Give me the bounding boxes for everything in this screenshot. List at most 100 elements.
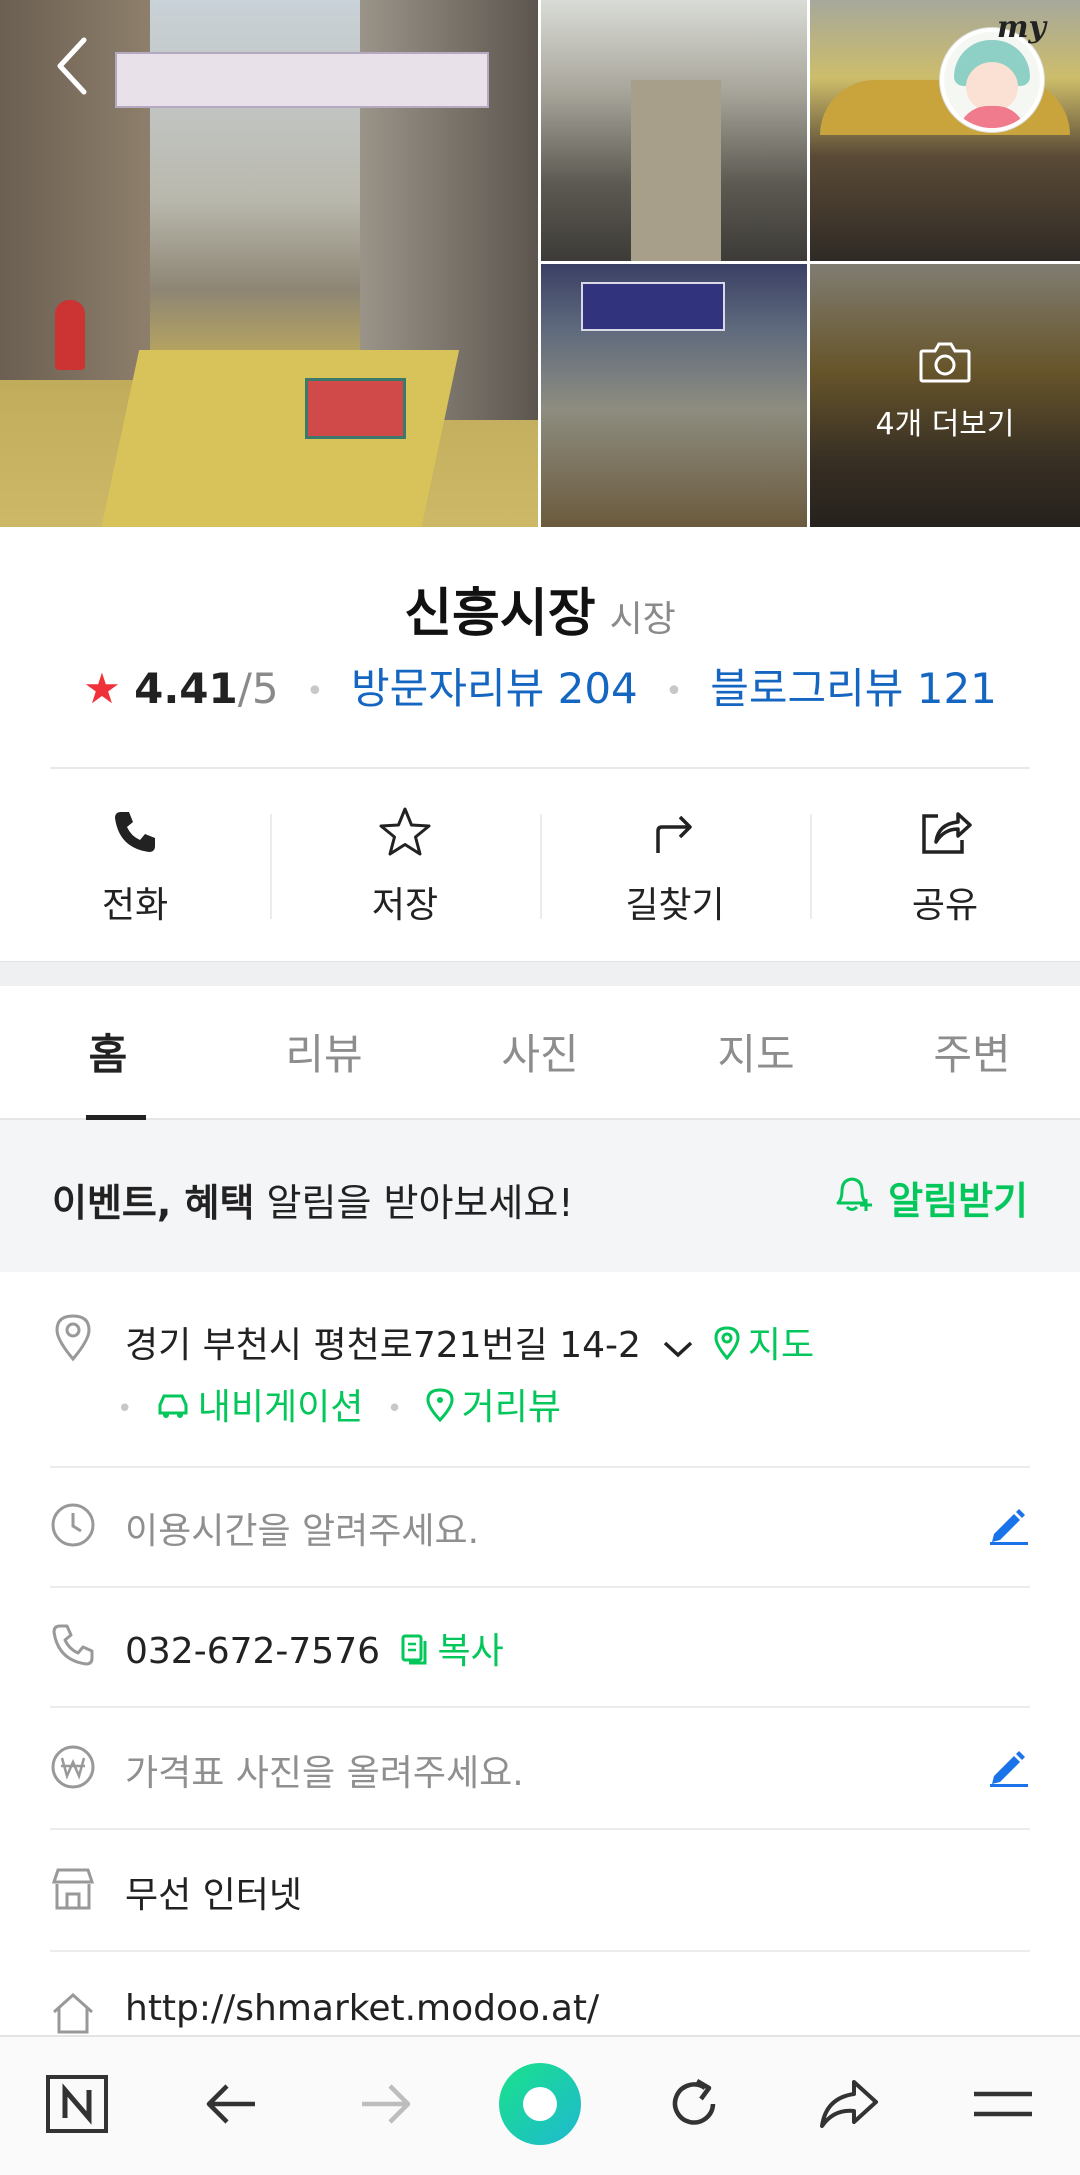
photo-thumb-1[interactable]	[541, 0, 807, 261]
clock-icon	[50, 1502, 96, 1548]
save-label: 저장	[371, 885, 439, 926]
hours-row: 이용시간을 알려주세요.	[50, 1466, 1030, 1588]
directions-label: 길찾기	[625, 885, 725, 926]
chevron-down-icon[interactable]	[662, 1327, 694, 1368]
map-pin-icon	[714, 1325, 740, 1369]
website-link[interactable]: http://shmarket.modoo.at/	[125, 1988, 599, 2029]
map-link[interactable]: 지도	[714, 1325, 814, 1366]
address-row: 경기 부천시 평천로721번길 14-2 지도 • 내비게이션 • 거리뷰	[50, 1272, 1030, 1468]
navigation-link-label: 내비게이션	[197, 1387, 364, 1428]
camera-icon	[917, 339, 973, 389]
phone-row: 032-672-7576 복사	[50, 1586, 1030, 1708]
share-label: 공유	[911, 885, 979, 926]
refresh-icon	[665, 2075, 723, 2137]
share-icon	[918, 802, 972, 862]
streetview-link-label: 거리뷰	[461, 1387, 562, 1428]
my-profile-button[interactable]: my	[934, 10, 1046, 132]
page-share-button[interactable]	[771, 2037, 925, 2175]
back-button[interactable]	[44, 37, 100, 96]
green-dot-home-icon	[497, 2061, 583, 2151]
share-button[interactable]: 공유	[810, 769, 1080, 961]
my-label: my	[996, 10, 1046, 45]
call-button[interactable]: 전화	[0, 769, 270, 961]
store-icon	[50, 1866, 96, 1912]
separator-dot: •	[305, 674, 324, 709]
tab-photo[interactable]: 사진	[432, 985, 648, 1118]
streetview-link[interactable]: 거리뷰	[426, 1387, 561, 1428]
place-name: 신흥시장	[404, 584, 596, 644]
copy-icon	[399, 1632, 429, 1675]
tab-review[interactable]: 리뷰	[216, 985, 432, 1118]
streetview-pin-icon	[426, 1387, 454, 1431]
car-icon	[156, 1389, 190, 1430]
tab-nearby[interactable]: 주변	[864, 985, 1080, 1118]
won-icon	[50, 1744, 96, 1790]
photo-thumb-3[interactable]	[541, 264, 807, 527]
separator-dot: •	[665, 674, 683, 709]
browser-forward-button[interactable]	[309, 2037, 463, 2175]
address-text: 경기 부천시 평천로721번길 14-2	[125, 1325, 641, 1366]
phone-icon	[111, 802, 159, 862]
place-header: 신흥시장 시장 ★ 4.41/5 • 방문자리뷰 204 • 블로그리뷰 121	[0, 527, 1080, 767]
browser-toolbar	[0, 2035, 1080, 2175]
phone-outline-icon	[50, 1622, 96, 1668]
visitor-review-link[interactable]: 방문자리뷰 204	[351, 664, 638, 713]
separator-dot: •	[386, 1394, 403, 1424]
separator-dot: •	[117, 1394, 133, 1424]
event-message-bold: 이벤트, 혜택	[52, 1181, 255, 1225]
refresh-button[interactable]	[617, 2037, 771, 2175]
address-links: • 내비게이션 • 거리뷰	[117, 1378, 561, 1431]
browser-menu-button[interactable]	[926, 2037, 1080, 2175]
amenity-row: 무선 인터넷	[50, 1828, 1030, 1952]
notify-label: 알림받기	[888, 1179, 1028, 1223]
chevron-left-icon	[54, 36, 90, 100]
phone-line: 032-672-7576 복사	[125, 1622, 504, 1675]
home-icon	[50, 1990, 96, 2036]
website-row: http://shmarket.modoo.at/	[50, 1950, 1030, 2035]
notify-button[interactable]: 알림받기	[830, 1170, 1028, 1225]
star-icon	[378, 802, 432, 862]
price-placeholder[interactable]: 가격표 사진을 올려주세요.	[125, 1744, 524, 1796]
photo-thumb-more[interactable]: 4개 더보기	[810, 264, 1080, 527]
tab-home[interactable]: 홈	[0, 985, 216, 1120]
phone-number[interactable]: 032-672-7576	[125, 1631, 380, 1672]
rating-max: /5	[237, 664, 279, 713]
bell-plus-icon	[830, 1171, 888, 1224]
call-label: 전화	[101, 885, 169, 926]
back-arrow-icon	[203, 2081, 259, 2131]
navigation-link[interactable]: 내비게이션	[156, 1387, 375, 1428]
edit-price-pencil-icon[interactable]	[988, 1746, 1030, 1792]
map-link-label: 지도	[747, 1325, 815, 1366]
avatar-face	[966, 62, 1018, 112]
tab-map[interactable]: 지도	[648, 985, 864, 1118]
more-photos-label: 4개 더보기	[875, 406, 1015, 442]
directions-button[interactable]: 길찾기	[540, 769, 810, 961]
naver-home-button[interactable]	[0, 2037, 154, 2175]
address-line: 경기 부천시 평천로721번길 14-2 지도	[125, 1316, 814, 1369]
place-category: 시장	[609, 599, 676, 640]
section-gap	[0, 961, 1080, 986]
browser-back-button[interactable]	[154, 2037, 308, 2175]
photo-grid: 4개 더보기 my	[0, 0, 1080, 527]
place-title-line: 신흥시장 시장	[0, 571, 1080, 646]
event-banner: 이벤트, 혜택 알림을 받아보세요! 알림받기	[0, 1120, 1080, 1272]
price-row: 가격표 사진을 올려주세요.	[50, 1706, 1030, 1830]
edit-hours-pencil-icon[interactable]	[988, 1504, 1030, 1550]
tab-bar: 홈 리뷰 사진 지도 주변	[0, 985, 1080, 1120]
menu-icon	[972, 2086, 1034, 2126]
action-row: 전화 저장 길찾기 공유	[0, 769, 1080, 961]
rating-line: ★ 4.41/5 • 방문자리뷰 204 • 블로그리뷰 121	[0, 655, 1080, 716]
share-arrow-icon	[818, 2078, 880, 2134]
photo-cart	[305, 378, 406, 439]
rating-star-icon: ★	[83, 664, 121, 713]
more-photos-overlay[interactable]: 4개 더보기	[810, 264, 1080, 527]
copy-button[interactable]: 복사	[399, 1631, 504, 1675]
event-message-text: 알림을 받아보세요!	[254, 1181, 574, 1225]
naver-n-icon	[45, 2074, 109, 2138]
photo-banner	[115, 52, 489, 108]
save-button[interactable]: 저장	[270, 769, 540, 961]
forward-arrow-icon	[358, 2081, 414, 2131]
hours-placeholder[interactable]: 이용시간을 알려주세요.	[125, 1502, 479, 1554]
green-dot-button[interactable]	[463, 2037, 617, 2175]
blog-review-link[interactable]: 블로그리뷰 121	[710, 664, 997, 713]
